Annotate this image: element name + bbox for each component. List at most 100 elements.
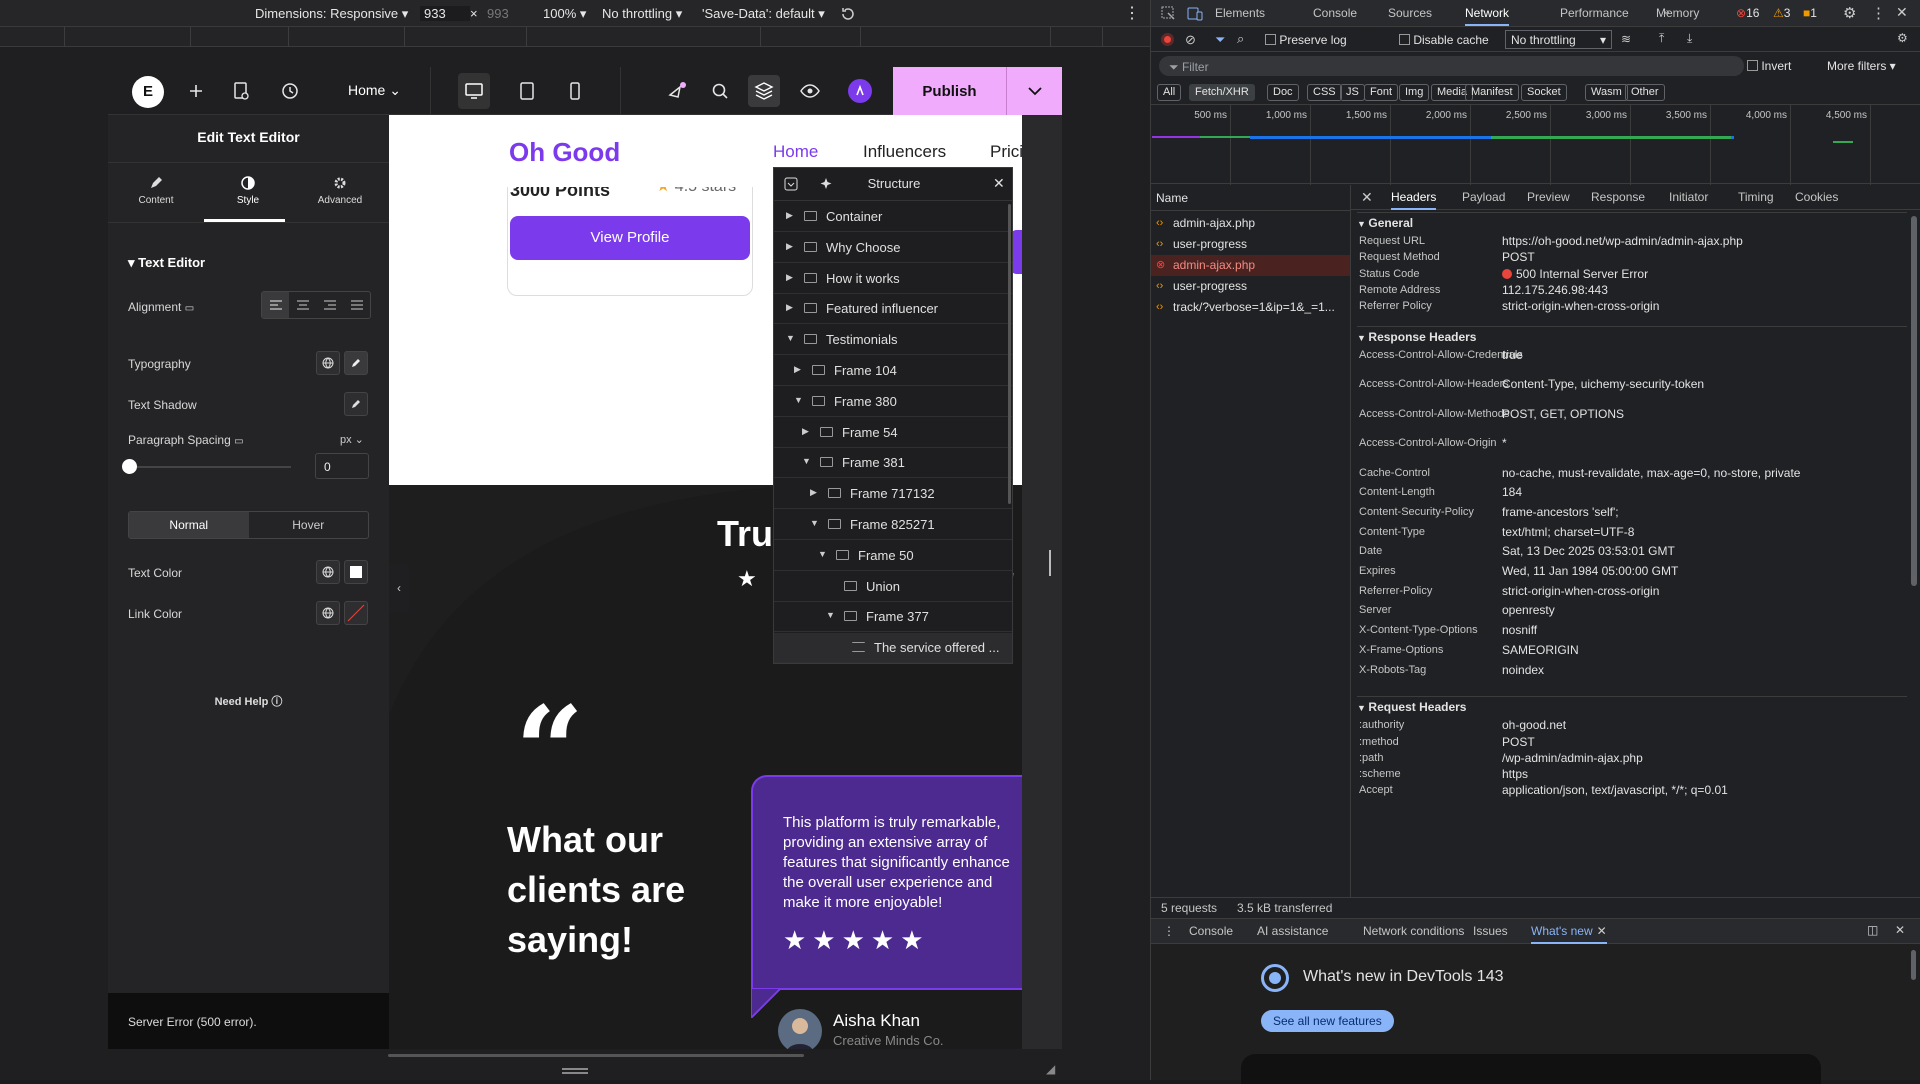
more-filters-select[interactable]: More filters ▾ xyxy=(1827,59,1896,73)
history-icon[interactable] xyxy=(278,79,302,103)
import-har-icon[interactable]: ⤒ xyxy=(1659,31,1664,46)
filter-doc[interactable]: Doc xyxy=(1267,84,1299,101)
notifications-icon[interactable] xyxy=(664,79,688,103)
caret-right-icon[interactable]: ▶ xyxy=(786,241,793,252)
structure-item[interactable]: ▼ Frame 381 xyxy=(774,448,1012,479)
responsive-desktop-icon[interactable]: ▭ xyxy=(234,436,243,447)
page-settings-icon[interactable] xyxy=(229,79,253,103)
nav-influencers[interactable]: Influencers xyxy=(863,142,946,162)
caret-down-icon[interactable]: ▼ xyxy=(818,549,827,559)
drawer-menu-icon[interactable]: ⋮ xyxy=(1163,924,1175,938)
structure-item[interactable]: ▶ Container xyxy=(774,202,1012,232)
see-all-features-button[interactable]: See all new features xyxy=(1261,1010,1394,1032)
details-scrollbar[interactable] xyxy=(1911,216,1917,586)
close-icon[interactable]: ✕ xyxy=(1361,189,1373,206)
drawer-tab-issues[interactable]: Issues xyxy=(1473,919,1508,944)
structure-item[interactable]: ▶ How it works xyxy=(774,264,1012,294)
align-center-icon[interactable] xyxy=(289,292,316,318)
structure-item[interactable]: ▼ Frame 50 xyxy=(774,541,1012,571)
search-icon[interactable]: ⌕ xyxy=(1237,31,1244,47)
more-options-icon[interactable]: ⋮ xyxy=(1871,4,1886,22)
resize-handle[interactable] xyxy=(1049,550,1051,576)
close-icon[interactable]: ✕ xyxy=(993,175,1005,192)
section-text-editor[interactable]: ▾ Text Editor xyxy=(128,255,205,271)
global-color-icon[interactable] xyxy=(316,560,340,584)
tab-network[interactable]: Network xyxy=(1465,0,1510,26)
structure-item[interactable]: ▶ Frame 717132 xyxy=(774,479,1012,510)
filter-fetch-xhr[interactable]: Fetch/XHR xyxy=(1189,84,1255,101)
details-tab-payload[interactable]: Payload xyxy=(1462,185,1505,210)
caret-down-icon[interactable]: ▼ xyxy=(810,518,819,528)
structure-item[interactable]: ▶ Frame 54 xyxy=(774,418,1012,448)
network-conditions-icon[interactable]: ≋ xyxy=(1621,32,1631,46)
global-link-color-icon[interactable] xyxy=(316,601,340,625)
invert-checkbox[interactable]: Invert xyxy=(1747,59,1791,73)
need-help-link[interactable]: Need Help ⓘ xyxy=(108,693,389,709)
details-tab-headers[interactable]: Headers xyxy=(1391,185,1437,210)
settings-gear-icon[interactable]: ⚙ xyxy=(1843,4,1856,22)
filter-wasm[interactable]: Wasm xyxy=(1585,84,1628,101)
savedata-select[interactable]: 'Save-Data': default ▾ xyxy=(702,6,825,22)
caret-right-icon[interactable]: ▶ xyxy=(786,302,793,313)
structure-item[interactable]: ▶ Why Choose xyxy=(774,233,1012,263)
name-column-header[interactable]: Name xyxy=(1156,191,1188,205)
search-icon[interactable] xyxy=(708,79,732,103)
tab-performance[interactable]: Performance xyxy=(1560,0,1629,26)
request-row[interactable]: ⊗ admin-ajax.php xyxy=(1151,255,1350,276)
nav-home[interactable]: Home xyxy=(773,142,818,162)
filter-img[interactable]: Img xyxy=(1399,84,1430,101)
tab-elements[interactable]: Elements xyxy=(1215,0,1265,26)
details-tab-preview[interactable]: Preview xyxy=(1527,185,1570,210)
export-har-icon[interactable]: ⤓ xyxy=(1687,31,1692,46)
tab-console[interactable]: Console xyxy=(1313,0,1357,26)
preview-eye-icon[interactable] xyxy=(798,79,822,103)
details-tab-timing[interactable]: Timing xyxy=(1738,185,1774,210)
desktop-view-icon[interactable] xyxy=(458,73,490,109)
network-settings-icon[interactable]: ⚙ xyxy=(1897,31,1908,45)
height-input[interactable]: 993 xyxy=(487,6,509,21)
request-row[interactable]: ‹› track/?verbose=1&ip=1&_=1... xyxy=(1151,297,1350,318)
structure-item[interactable]: Union xyxy=(774,572,1012,602)
caret-down-icon[interactable]: ▼ xyxy=(826,610,835,620)
structure-item[interactable]: ▼ Frame 825271 xyxy=(774,510,1012,540)
publish-options-button[interactable] xyxy=(1006,67,1062,115)
width-input[interactable]: 933 xyxy=(420,6,470,21)
structure-item[interactable]: ▶ Frame 104 xyxy=(774,356,1012,386)
section-response-title[interactable]: ▼ Response Headers xyxy=(1357,325,1907,346)
whats-new-scrollbar[interactable] xyxy=(1911,950,1916,980)
filter-css[interactable]: CSS xyxy=(1307,84,1342,101)
section-request-title[interactable]: ▼ Request Headers xyxy=(1357,696,1907,716)
filter-manifest[interactable]: Manifest xyxy=(1465,84,1519,101)
tab-content[interactable]: Content xyxy=(116,175,196,206)
structure-scrollbar[interactable] xyxy=(1008,204,1011,504)
layers-icon[interactable] xyxy=(748,75,780,107)
add-element-icon[interactable] xyxy=(184,79,208,103)
clear-icon[interactable]: ⊘ xyxy=(1185,32,1196,48)
details-tab-cookies[interactable]: Cookies xyxy=(1795,185,1838,210)
filter-other[interactable]: Other xyxy=(1625,84,1665,101)
error-count[interactable]: ⊗16 xyxy=(1736,6,1759,20)
caret-down-icon[interactable]: ▼ xyxy=(794,395,803,405)
warning-count[interactable]: ⚠3 xyxy=(1773,6,1790,20)
drawer-tab-ai-assistance[interactable]: AI assistance xyxy=(1257,919,1328,944)
caret-down-icon[interactable]: ▼ xyxy=(802,456,811,466)
drawer-tab-network-conditions[interactable]: Network conditions xyxy=(1363,919,1464,944)
site-logo[interactable]: Oh Good xyxy=(509,137,620,168)
unit-select[interactable]: px ⌄ xyxy=(340,433,364,446)
nav-pricing[interactable]: Pricing xyxy=(990,142,1022,162)
request-row[interactable]: ‹› user-progress xyxy=(1151,234,1350,255)
filter-icon[interactable]: ⏷ xyxy=(1215,32,1225,48)
spacing-slider-handle[interactable] xyxy=(122,459,137,474)
tab-sources[interactable]: Sources xyxy=(1388,0,1432,26)
filter-font[interactable]: Font xyxy=(1364,84,1399,101)
record-icon[interactable] xyxy=(1161,33,1174,46)
structure-item[interactable]: The service offered ... xyxy=(774,633,1012,663)
close-icon[interactable]: ✕ xyxy=(1896,4,1908,21)
text-color-swatch[interactable] xyxy=(344,560,368,584)
drawer-tab-what-s-new[interactable]: What's new ✕ xyxy=(1531,919,1607,944)
details-tab-initiator[interactable]: Initiator xyxy=(1669,185,1708,210)
horizontal-scrollbar[interactable] xyxy=(388,1054,804,1057)
issues-count[interactable]: ■1 xyxy=(1803,6,1817,20)
more-options-icon[interactable]: ⋮ xyxy=(1124,3,1140,23)
dimensions-select[interactable]: Dimensions: Responsive ▾ xyxy=(255,6,408,22)
